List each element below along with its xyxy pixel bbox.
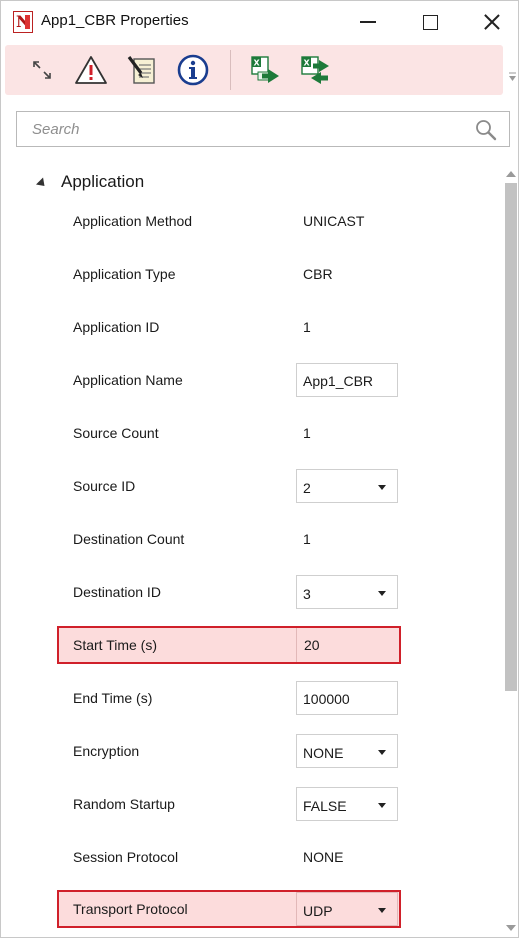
dropdown-value: UDP [303,903,333,919]
property-row-encryption: Encryption NONE [57,732,401,770]
source-id-dropdown[interactable]: 2 [296,469,398,503]
property-label: Destination ID [73,584,161,600]
property-label: Application Name [73,372,183,388]
property-row-application-name: Application Name App1_CBR [57,361,401,399]
property-label: Session Protocol [73,849,179,865]
property-label: Application Type [73,266,176,282]
warning-button[interactable] [72,51,110,89]
property-row-application-id: Application ID 1 [57,308,401,346]
toolbar-overflow-button[interactable] [507,69,517,85]
property-label: Source ID [73,478,136,494]
property-label: Start Time (s) [73,637,158,653]
property-value: 1 [303,425,311,441]
properties-window: N App1_CBR Properties X X Search Applica… [0,0,519,938]
category-application[interactable]: Application [35,171,145,193]
property-row-end-time: End Time (s) 100000 [57,679,401,717]
maximize-icon [422,14,438,30]
chevron-down-icon [378,591,386,596]
transport-protocol-dropdown[interactable]: UDP [296,892,398,926]
minimize-icon [360,21,376,23]
property-value: 1 [303,531,311,547]
property-label: Application Method [73,213,193,229]
property-label: Destination Count [73,531,185,547]
expand-collapse-button[interactable] [23,51,61,89]
excel-import-icon: X [301,56,329,84]
scroll-up-icon[interactable] [506,171,516,177]
end-time-field[interactable]: 100000 [296,681,398,715]
destination-id-dropdown[interactable]: 3 [296,575,398,609]
encryption-dropdown[interactable]: NONE [296,734,398,768]
overflow-chevron-icon [508,72,516,81]
property-label: Random Startup [73,796,175,812]
svg-text:X: X [254,59,261,68]
scroll-down-icon[interactable] [506,925,516,931]
maximize-button[interactable] [407,5,453,39]
property-value: 1 [303,319,311,335]
property-row-application-type: Application Type CBR [57,255,401,293]
property-label: Transport Protocol [73,901,188,917]
category-label: Application [61,172,145,191]
edit-notes-icon [127,56,155,84]
property-row-destination-count: Destination Count 1 [57,520,401,558]
chevron-down-icon [378,485,386,490]
property-row-start-time: Start Time (s) 20 [57,626,401,664]
svg-text:X: X [304,59,311,68]
application-name-field[interactable]: App1_CBR [296,363,398,397]
toolbar-separator [230,50,231,90]
netsim-app-icon: N [13,11,33,33]
info-button[interactable] [174,51,212,89]
toolbar: X X [5,45,503,95]
property-row-transport-protocol: Transport Protocol UDP [57,890,401,928]
excel-import-button[interactable]: X [297,51,335,89]
dropdown-value: 2 [303,480,311,496]
property-row-source-id: Source ID 2 [57,467,401,505]
property-row-source-count: Source Count 1 [57,414,401,452]
search-box [16,111,510,147]
dropdown-value: 3 [303,586,311,602]
property-value: NONE [303,849,344,865]
property-value: UNICAST [303,213,365,229]
chevron-down-icon [378,750,386,755]
search-button[interactable] [474,118,498,142]
property-row-application-method: Application Method UNICAST [57,202,401,240]
edit-notes-button[interactable] [123,51,161,89]
chevron-down-icon [378,908,386,913]
chevron-down-icon [378,803,386,808]
property-label: Source Count [73,425,159,441]
property-value: CBR [303,266,333,282]
property-value: 20 [304,637,320,653]
title-bar[interactable]: N App1_CBR Properties [1,1,518,43]
search-input[interactable] [17,112,457,146]
property-row-random-startup: Random Startup FALSE [57,785,401,823]
property-row-destination-id: Destination ID 3 [57,573,401,611]
start-time-field[interactable]: 20 [296,628,399,662]
window-title: App1_CBR Properties [41,12,189,29]
expand-collapse-icon [33,61,51,79]
property-row-session-protocol: Session Protocol NONE [57,838,401,876]
scrollbar-thumb[interactable] [505,183,517,691]
property-label: End Time (s) [73,690,153,706]
property-label: Application ID [73,319,160,335]
random-startup-dropdown[interactable]: FALSE [296,787,398,821]
vertical-scrollbar[interactable] [504,167,518,937]
excel-export-icon: X [251,56,279,83]
dropdown-value: NONE [303,745,344,761]
excel-export-button[interactable]: X [247,51,285,89]
minimize-button[interactable] [345,5,391,39]
close-icon [483,13,501,31]
dropdown-value: FALSE [303,798,347,814]
collapse-arrow-icon[interactable] [35,176,49,190]
search-icon [476,120,497,141]
property-label: Encryption [73,743,140,759]
info-icon [177,54,209,86]
close-button[interactable] [469,5,515,39]
warning-icon [75,56,107,84]
